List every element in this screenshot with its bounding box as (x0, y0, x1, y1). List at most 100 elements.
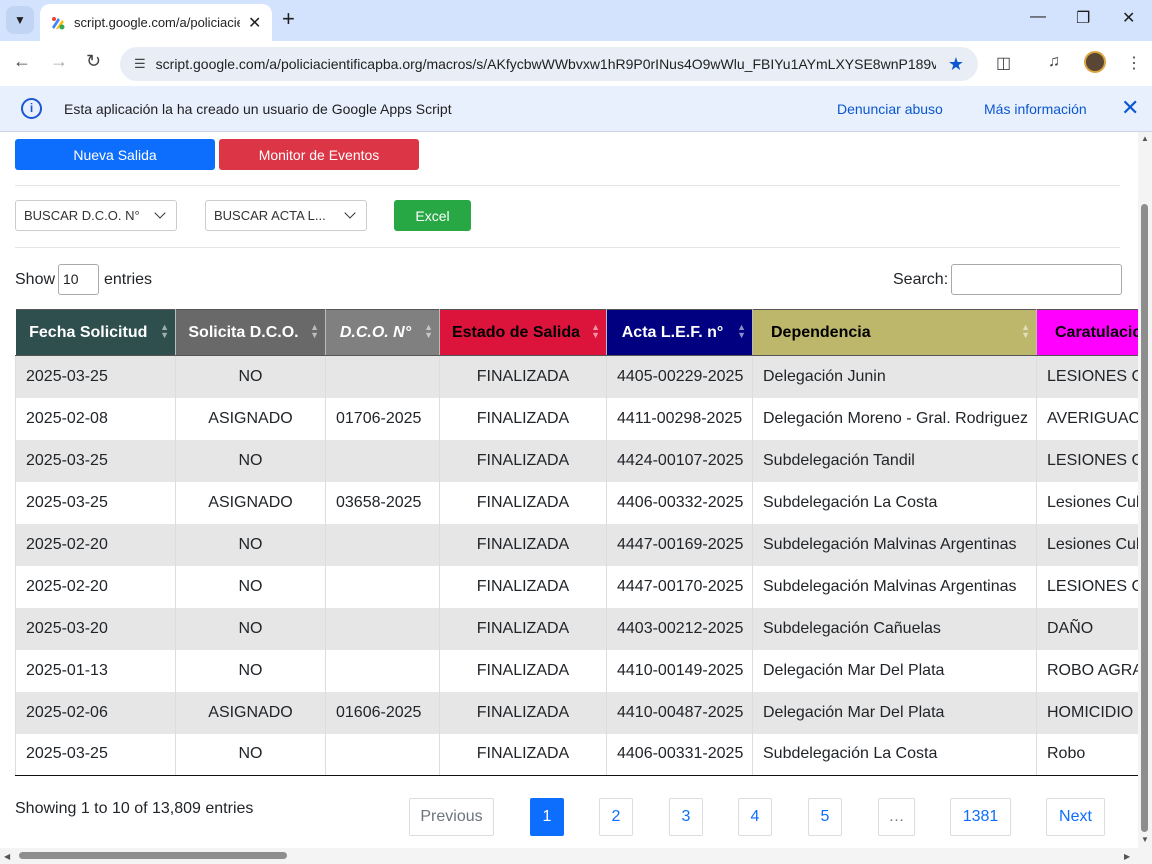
header-acta-lef[interactable]: Acta L.E.F. n° ▲ ▼ (606, 309, 753, 356)
profile-avatar[interactable] (1084, 51, 1106, 73)
cell-estado: FINALIZADA (439, 439, 607, 482)
cell-caratulacion: LESIONES CU (1036, 565, 1138, 608)
header-dco-numero[interactable]: D.C.O. N° ▲ ▼ (325, 309, 440, 356)
apps-script-infobar: i Esta aplicación la ha creado un usuari… (0, 86, 1152, 132)
maximize-icon[interactable]: ❐ (1076, 8, 1090, 28)
new-exit-button[interactable]: Nueva Salida (15, 139, 215, 170)
cell-estado: FINALIZADA (439, 691, 607, 734)
horizontal-scrollbar[interactable]: ◀ ▶ (0, 848, 1152, 864)
event-monitor-button[interactable]: Monitor de Eventos (219, 139, 419, 170)
cell-caratulacion: Lesiones Culp (1036, 481, 1138, 524)
infobar-close-icon[interactable]: ✕ (1121, 95, 1139, 121)
address-bar[interactable]: ☰ script.google.com/a/policiacientificap… (120, 47, 978, 81)
cell-dco (325, 439, 440, 482)
cell-solicita: ASIGNADO (175, 691, 326, 734)
extensions-icon[interactable]: ◫ (996, 53, 1011, 73)
search-input[interactable] (951, 264, 1122, 295)
exits-table: Fecha Solicitud ▲ ▼ Solicita D.C.O. ▲ ▼ D.C.O.… (15, 309, 1138, 776)
table-row[interactable]: 2025-02-06 ASIGNADO 01606-2025 FINALIZADA 44… (15, 691, 1138, 734)
cell-estado: FINALIZADA (439, 355, 607, 398)
browser-tab-bar: ▼ script.google.com/a/policiacientificap… (0, 0, 1152, 41)
reload-icon[interactable]: ↻ (86, 51, 101, 72)
cell-solicita: NO (175, 649, 326, 692)
cell-solicita: NO (175, 565, 326, 608)
cell-dco (325, 523, 440, 566)
browser-toolbar: ← → ↻ ☰ script.google.com/a/policiacient… (0, 41, 1152, 86)
header-label: D.C.O. N° (339, 323, 412, 341)
window-close-icon[interactable]: ✕ (1122, 8, 1135, 28)
cell-dependencia: Delegación Junin (752, 355, 1037, 398)
page-button-1[interactable]: 1 (530, 798, 564, 836)
vertical-scrollbar[interactable]: ▲ ▼ (1138, 132, 1152, 848)
page-button-2[interactable]: 2 (599, 798, 633, 836)
scroll-left-icon[interactable]: ◀ (4, 852, 10, 861)
next-page-button[interactable]: Next (1046, 798, 1105, 836)
table-row[interactable]: 2025-03-20 NO FINALIZADA 4403-00212-2025 Sub… (15, 607, 1138, 650)
previous-page-button[interactable]: Previous (409, 798, 494, 836)
minimize-icon[interactable]: — (1030, 8, 1046, 26)
cell-dco: 01706-2025 (325, 397, 440, 440)
info-icon: i (21, 98, 42, 119)
table-row[interactable]: 2025-01-13 NO FINALIZADA 4410-00149-2025 Del… (15, 649, 1138, 692)
bookmark-star-icon[interactable]: ★ (948, 54, 964, 75)
vertical-scroll-thumb[interactable] (1141, 204, 1148, 832)
back-icon[interactable]: ← (13, 51, 31, 72)
excel-export-button[interactable]: Excel (394, 200, 471, 231)
cell-fecha: 2025-03-25 (15, 481, 176, 524)
search-label: Search: (893, 271, 949, 288)
cell-dependencia: Subdelegación Malvinas Argentinas (752, 565, 1037, 608)
entries-label: entries (104, 271, 153, 288)
menu-icon[interactable]: ⋮ (1126, 53, 1142, 73)
more-info-link[interactable]: Más información (984, 101, 1087, 117)
site-info-icon[interactable]: ☰ (134, 56, 146, 72)
page-button-1381[interactable]: 1381 (950, 798, 1011, 836)
table-row[interactable]: 2025-03-25 NO FINALIZADA 4405-00229-2025 Del… (15, 355, 1138, 398)
header-fecha-solicitud[interactable]: Fecha Solicitud ▲ ▼ (15, 309, 176, 356)
table-body: 2025-03-25 NO FINALIZADA 4405-00229-2025 Del… (15, 355, 1138, 776)
scroll-right-icon[interactable]: ▶ (1124, 852, 1130, 861)
cell-fecha: 2025-03-25 (15, 439, 176, 482)
forward-icon[interactable]: → (50, 51, 68, 72)
cell-caratulacion: ROBO AGRAV (1036, 649, 1138, 692)
page-button-3[interactable]: 3 (669, 798, 703, 836)
tab-close-icon[interactable]: ✕ (248, 13, 261, 33)
new-tab-icon[interactable]: + (282, 6, 295, 32)
cell-dependencia: Subdelegación Tandil (752, 439, 1037, 482)
browser-tab[interactable]: script.google.com/a/policiacientificapba… (40, 4, 272, 41)
page-length-select[interactable]: 10 (58, 264, 99, 295)
horizontal-scroll-thumb[interactable] (19, 852, 287, 859)
scroll-up-icon[interactable]: ▲ (1141, 134, 1149, 143)
page-button-5[interactable]: 5 (808, 798, 842, 836)
url-text[interactable]: script.google.com/a/policiacientificapba… (156, 56, 936, 72)
table-row[interactable]: 2025-02-08 ASIGNADO 01706-2025 FINALIZADA 44… (15, 397, 1138, 440)
cell-estado: FINALIZADA (439, 523, 607, 566)
apps-script-icon (50, 15, 66, 31)
table-row[interactable]: 2025-03-25 NO FINALIZADA 4406-00331-2025 Sub… (15, 733, 1138, 776)
table-row[interactable]: 2025-03-25 NO FINALIZADA 4424-00107-2025 Sub… (15, 439, 1138, 482)
page-button-4[interactable]: 4 (738, 798, 772, 836)
show-label: Show (15, 271, 56, 288)
report-abuse-link[interactable]: Denunciar abuso (837, 101, 943, 117)
table-row[interactable]: 2025-03-25 ASIGNADO 03658-2025 FINALIZADA 44… (15, 481, 1138, 524)
cell-estado: FINALIZADA (439, 481, 607, 524)
tab-title: script.google.com/a/policiacientificapba… (74, 15, 240, 30)
table-row[interactable]: 2025-02-20 NO FINALIZADA 4447-00170-2025 Sub… (15, 565, 1138, 608)
media-control-icon[interactable]: ♫ (1048, 53, 1060, 71)
header-estado-salida[interactable]: Estado de Salida ▲ ▼ (439, 309, 607, 356)
cell-solicita: NO (175, 607, 326, 650)
header-solicita-dco[interactable]: Solicita D.C.O. ▲ ▼ (175, 309, 326, 356)
dco-search-select[interactable]: BUSCAR D.C.O. N° (15, 200, 177, 231)
header-caratulacion[interactable]: Caratulacion (1036, 309, 1138, 356)
header-label: Fecha Solicitud (29, 323, 148, 341)
cell-solicita: ASIGNADO (175, 397, 326, 440)
header-dependencia[interactable]: Dependencia ▲ ▼ (752, 309, 1037, 356)
chevron-down-icon (344, 207, 356, 219)
acta-search-select[interactable]: BUSCAR ACTA L... (205, 200, 367, 231)
header-label: Estado de Salida (451, 323, 581, 341)
cell-acta: 4403-00212-2025 (606, 607, 753, 650)
tab-search-icon[interactable]: ▼ (6, 6, 34, 34)
cell-dco: 03658-2025 (325, 481, 440, 524)
cell-acta: 4411-00298-2025 (606, 397, 753, 440)
scroll-down-icon[interactable]: ▼ (1141, 835, 1149, 844)
table-row[interactable]: 2025-02-20 NO FINALIZADA 4447-00169-2025 Sub… (15, 523, 1138, 566)
